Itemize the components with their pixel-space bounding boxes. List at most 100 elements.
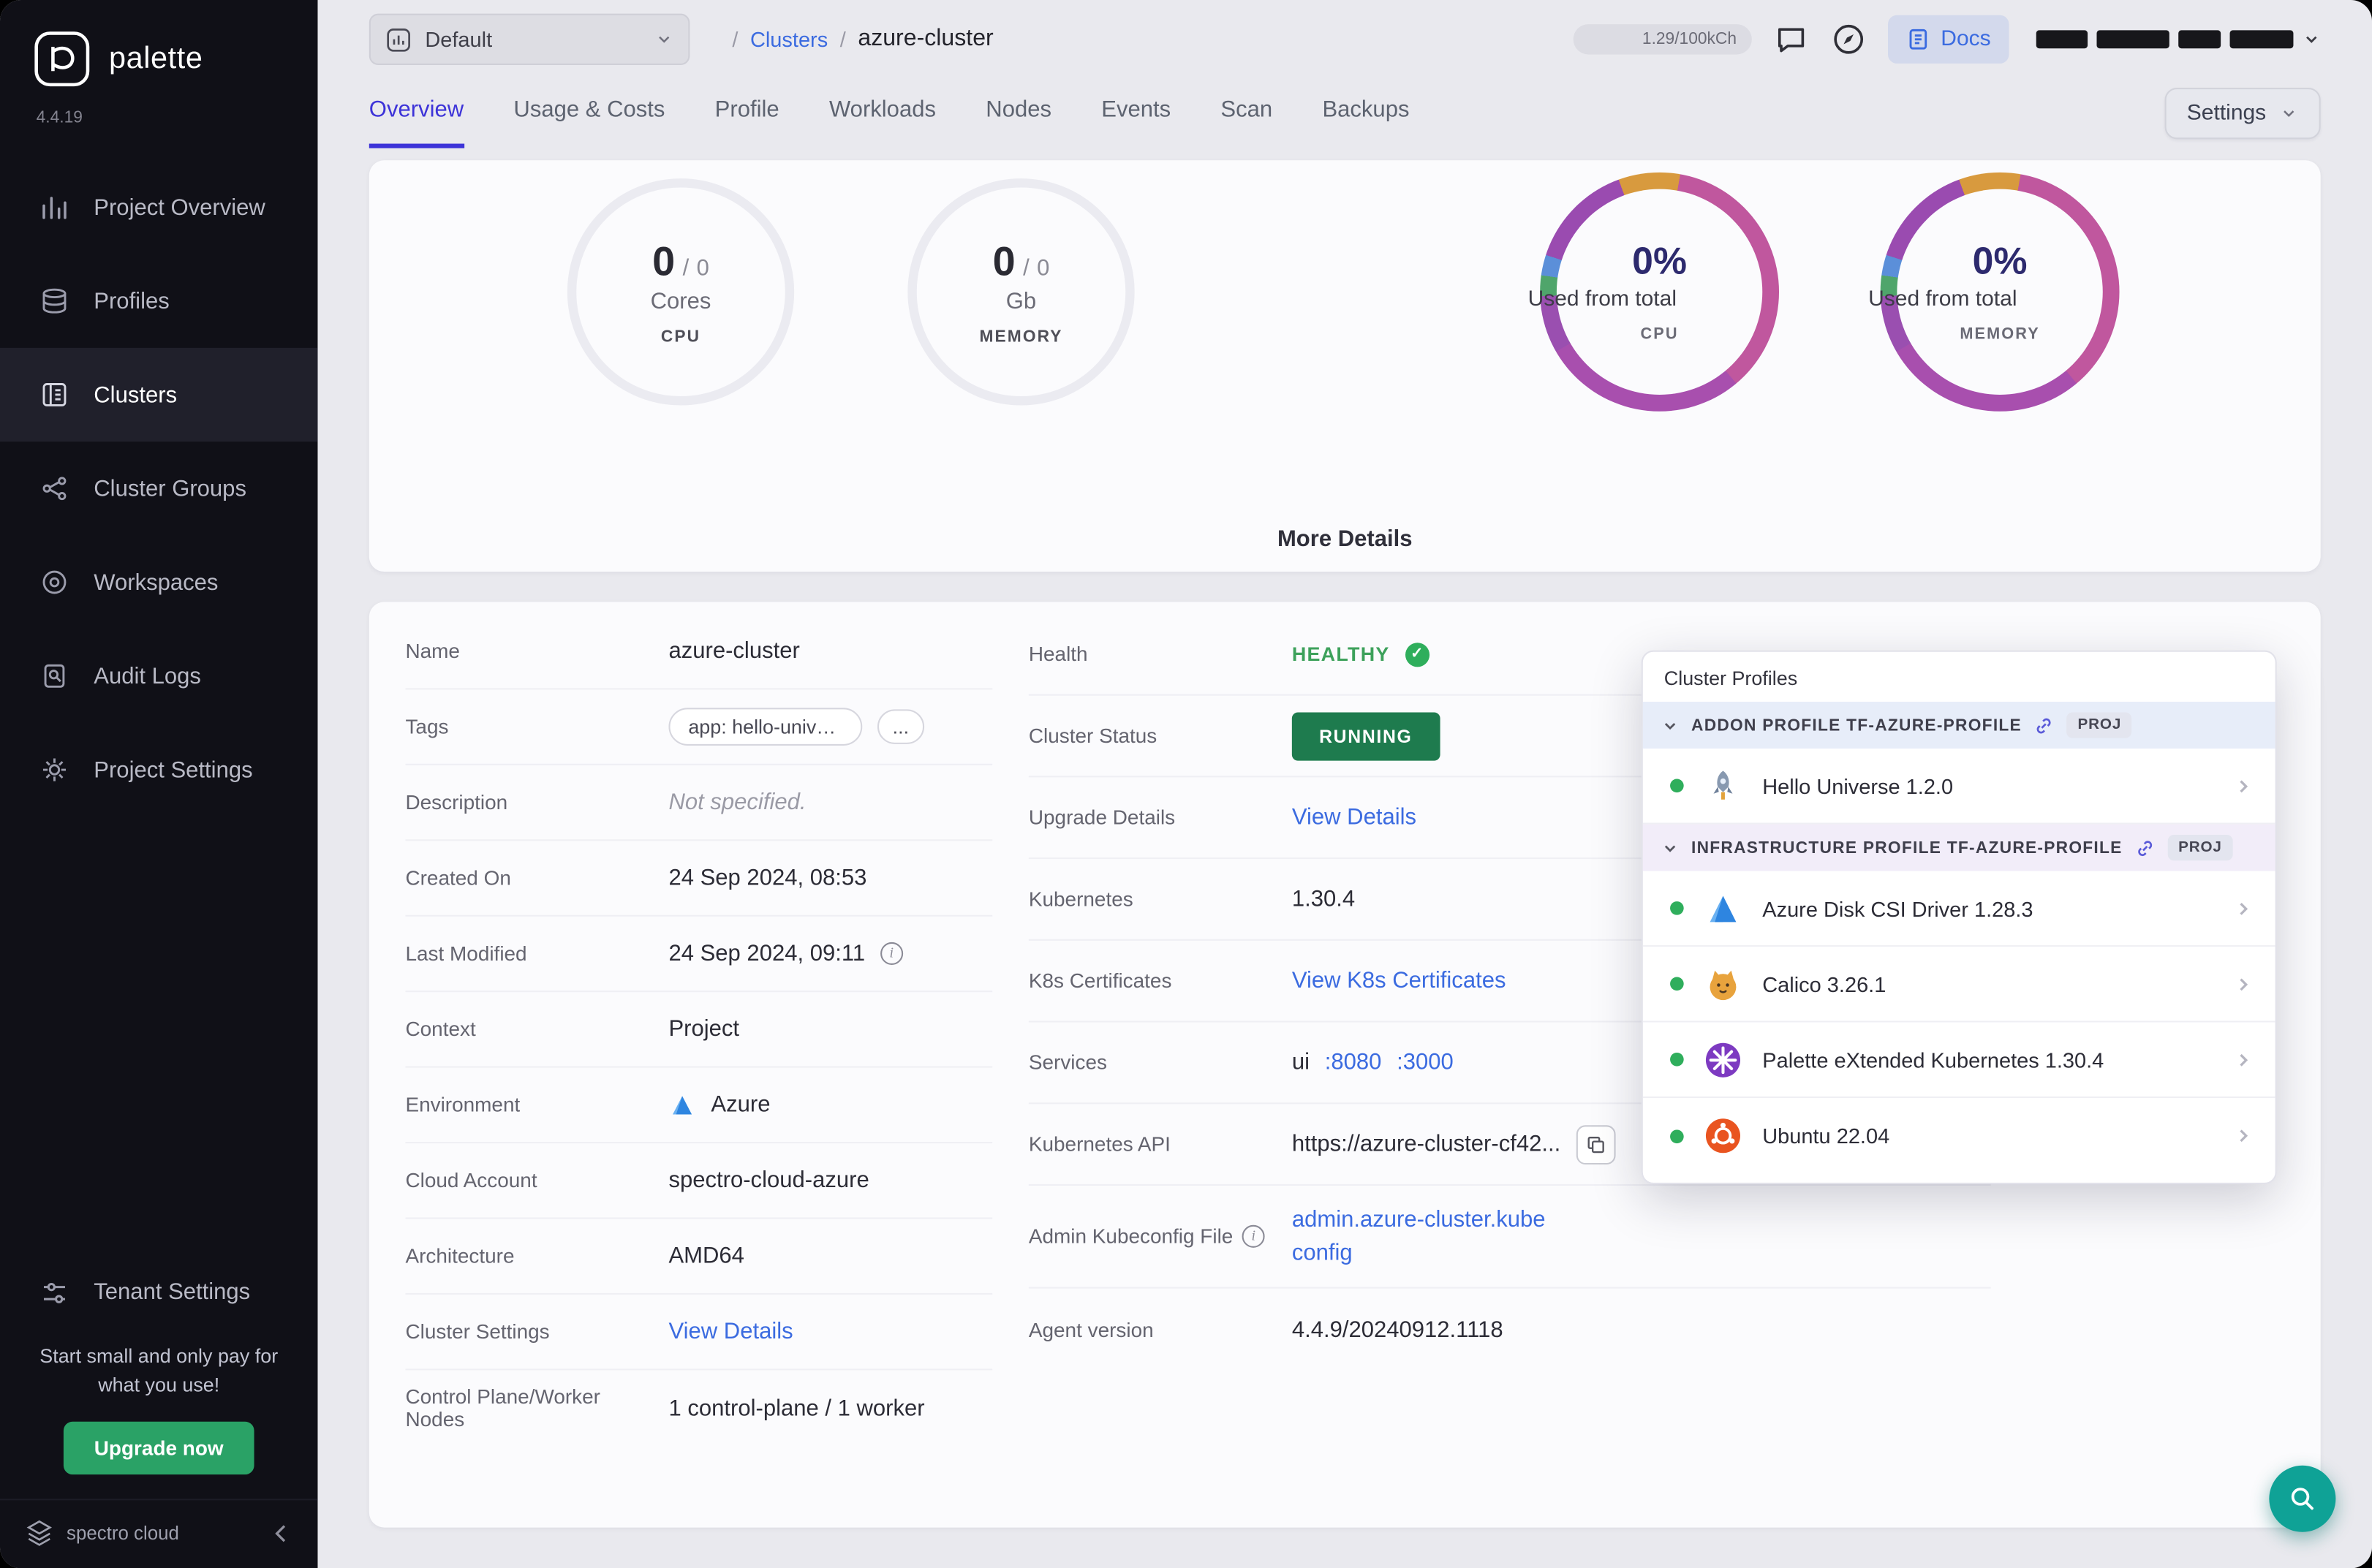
- upgrade-view-details-link[interactable]: View Details: [1292, 805, 1416, 830]
- kubeconfig-download-link[interactable]: admin.azure-cluster.kubeconfig: [1292, 1203, 1552, 1269]
- detail-label: Health: [1028, 643, 1088, 666]
- created-on-value: 24 Sep 2024, 08:53: [668, 865, 867, 891]
- sliders-icon: [39, 1278, 69, 1308]
- sidebar-item-tenant-settings[interactable]: Tenant Settings: [0, 1255, 317, 1330]
- detail-label: Tags: [405, 715, 449, 738]
- compass-icon[interactable]: [1830, 21, 1867, 58]
- environment-value: Azure: [711, 1091, 771, 1118]
- breadcrumb-clusters-link[interactable]: Clusters: [750, 27, 828, 51]
- detail-row-agent-version: Agent version 4.4.9/20240912.1118: [1029, 1289, 1991, 1371]
- clusters-icon: [39, 379, 69, 409]
- cloud-account-value: spectro-cloud-azure: [668, 1167, 869, 1194]
- profile-layer-ubuntu[interactable]: Ubuntu 22.04: [1642, 1098, 2275, 1174]
- project-chart-icon: [386, 26, 412, 52]
- redacted-account-text: [2036, 30, 2088, 49]
- upgrade-now-button[interactable]: Upgrade now: [64, 1420, 254, 1474]
- detail-row-architecture: Architecture AMD64: [405, 1219, 993, 1295]
- more-details-button[interactable]: More Details: [369, 526, 2321, 552]
- profile-layer-name: Hello Universe 1.2.0: [1762, 773, 1954, 798]
- sidebar-item-label: Audit Logs: [94, 663, 201, 689]
- project-selector[interactable]: Default: [369, 13, 690, 65]
- tag-chip[interactable]: app: hello-univer...: [668, 708, 863, 746]
- tab-backups[interactable]: Backups: [1322, 79, 1409, 148]
- gauge-separator: /: [1023, 254, 1030, 281]
- sidebar-item-clusters[interactable]: Clusters: [0, 347, 318, 442]
- view-k8s-certificates-link[interactable]: View K8s Certificates: [1292, 968, 1506, 993]
- service-port-8080-link[interactable]: :8080: [1325, 1050, 1382, 1075]
- detail-row-tags: Tags app: hello-univer... ...: [405, 689, 993, 765]
- chevron-right-icon: [2233, 898, 2254, 919]
- profile-layer-palette-extended-kubernetes[interactable]: Palette eXtended Kubernetes 1.30.4: [1642, 1022, 2275, 1099]
- infrastructure-profile-section-header[interactable]: INFRASTRUCTURE PROFILE TF-AZURE-PROFILE …: [1642, 824, 2275, 871]
- details-left-column: Name azure-cluster Tags app: hello-unive…: [369, 614, 993, 1507]
- profile-layer-name: Ubuntu 22.04: [1762, 1124, 1890, 1148]
- account-menu[interactable]: [2036, 30, 2321, 49]
- ubuntu-icon: [1704, 1116, 1743, 1156]
- status-dot: [1670, 901, 1684, 915]
- docs-button[interactable]: Docs: [1887, 15, 2009, 64]
- cpu-used-value: 0: [652, 238, 676, 284]
- detail-row-environment: Environment Azure: [405, 1068, 993, 1144]
- hello-universe-icon: [1704, 766, 1743, 806]
- detail-row-cluster-settings: Cluster Settings View Details: [405, 1295, 993, 1371]
- redacted-account-text: [2229, 30, 2294, 49]
- tab-workloads[interactable]: Workloads: [829, 79, 936, 148]
- detail-label: Architecture: [405, 1244, 515, 1268]
- azure-icon: [668, 1091, 695, 1118]
- sidebar-item-label: Profiles: [94, 288, 170, 314]
- tab-usage-costs[interactable]: Usage & Costs: [513, 79, 665, 148]
- detail-label: Name: [405, 640, 460, 663]
- sidebar-item-label: Workspaces: [94, 569, 219, 596]
- chevron-right-icon: [2233, 1049, 2254, 1070]
- cluster-settings-view-details-link[interactable]: View Details: [668, 1319, 793, 1344]
- sidebar-item-cluster-groups[interactable]: Cluster Groups: [0, 442, 317, 535]
- sidebar-item-project-overview[interactable]: Project Overview: [0, 160, 317, 254]
- profile-layer-name: Azure Disk CSI Driver 1.28.3: [1762, 895, 2033, 920]
- sidebar-item-audit-logs[interactable]: Audit Logs: [0, 629, 317, 723]
- app-version: 4.4.19: [36, 108, 83, 127]
- usage-meter: 1.29/100kCh: [1573, 24, 1752, 55]
- memory-gauge-caption: MEMORY: [979, 327, 1063, 346]
- tab-scan[interactable]: Scan: [1220, 79, 1272, 148]
- profile-layer-azure-disk-csi[interactable]: Azure Disk CSI Driver 1.28.3: [1642, 871, 2275, 947]
- profile-layer-hello-universe[interactable]: Hello Universe 1.2.0: [1642, 749, 2275, 825]
- sidebar-item-profiles[interactable]: Profiles: [0, 254, 317, 348]
- link-icon[interactable]: [2034, 715, 2055, 736]
- memory-usage-donut: 0% Used from total MEMORY: [1868, 172, 2120, 412]
- addon-profile-section-header[interactable]: ADDON PROFILE TF-AZURE-PROFILE PROJ: [1642, 701, 2275, 749]
- detail-label: Kubernetes API: [1028, 1132, 1171, 1156]
- chevron-down-icon: [1661, 716, 1680, 735]
- detail-row-cloud-account: Cloud Account spectro-cloud-azure: [405, 1143, 993, 1219]
- memory-total-value: 0: [1037, 254, 1050, 281]
- docs-icon: [1906, 27, 1930, 51]
- cluster-groups-icon: [39, 474, 69, 504]
- more-tags-chip[interactable]: ...: [877, 709, 924, 744]
- profile-layer-calico[interactable]: Calico 3.26.1: [1642, 947, 2275, 1023]
- sidebar-item-project-settings[interactable]: Project Settings: [0, 723, 317, 817]
- tab-events[interactable]: Events: [1101, 79, 1171, 148]
- palette-logo-icon: [34, 30, 91, 88]
- chevron-right-icon: [2233, 1125, 2254, 1146]
- cpu-usage-percent: 0%: [1632, 240, 1687, 283]
- tab-overview[interactable]: Overview: [369, 79, 464, 148]
- search-fab-button[interactable]: [2269, 1464, 2336, 1531]
- settings-button[interactable]: Settings: [2164, 87, 2321, 140]
- addon-profile-name: ADDON PROFILE TF-AZURE-PROFILE: [1691, 716, 2022, 735]
- sidebar-collapse-icon[interactable]: [269, 1522, 293, 1546]
- cluster-profiles-popover: Cluster Profiles ADDON PROFILE TF-AZURE-…: [1641, 650, 2277, 1184]
- tab-profile[interactable]: Profile: [715, 79, 779, 148]
- sidebar-item-workspaces[interactable]: Workspaces: [0, 535, 317, 629]
- copy-icon[interactable]: [1575, 1124, 1615, 1164]
- info-icon[interactable]: i: [1242, 1224, 1265, 1248]
- chat-icon[interactable]: [1773, 21, 1810, 58]
- detail-label: Environment: [405, 1093, 521, 1116]
- info-icon[interactable]: i: [880, 942, 903, 965]
- service-port-3000-link[interactable]: :3000: [1397, 1050, 1454, 1075]
- chevron-right-icon: [2233, 775, 2254, 796]
- link-icon[interactable]: [2134, 837, 2156, 858]
- chevron-right-icon: [2233, 973, 2254, 994]
- bar-chart-icon: [39, 192, 69, 222]
- sidebar-item-label: Cluster Groups: [94, 475, 246, 501]
- search-icon: [2291, 1487, 2314, 1510]
- tab-nodes[interactable]: Nodes: [986, 79, 1051, 148]
